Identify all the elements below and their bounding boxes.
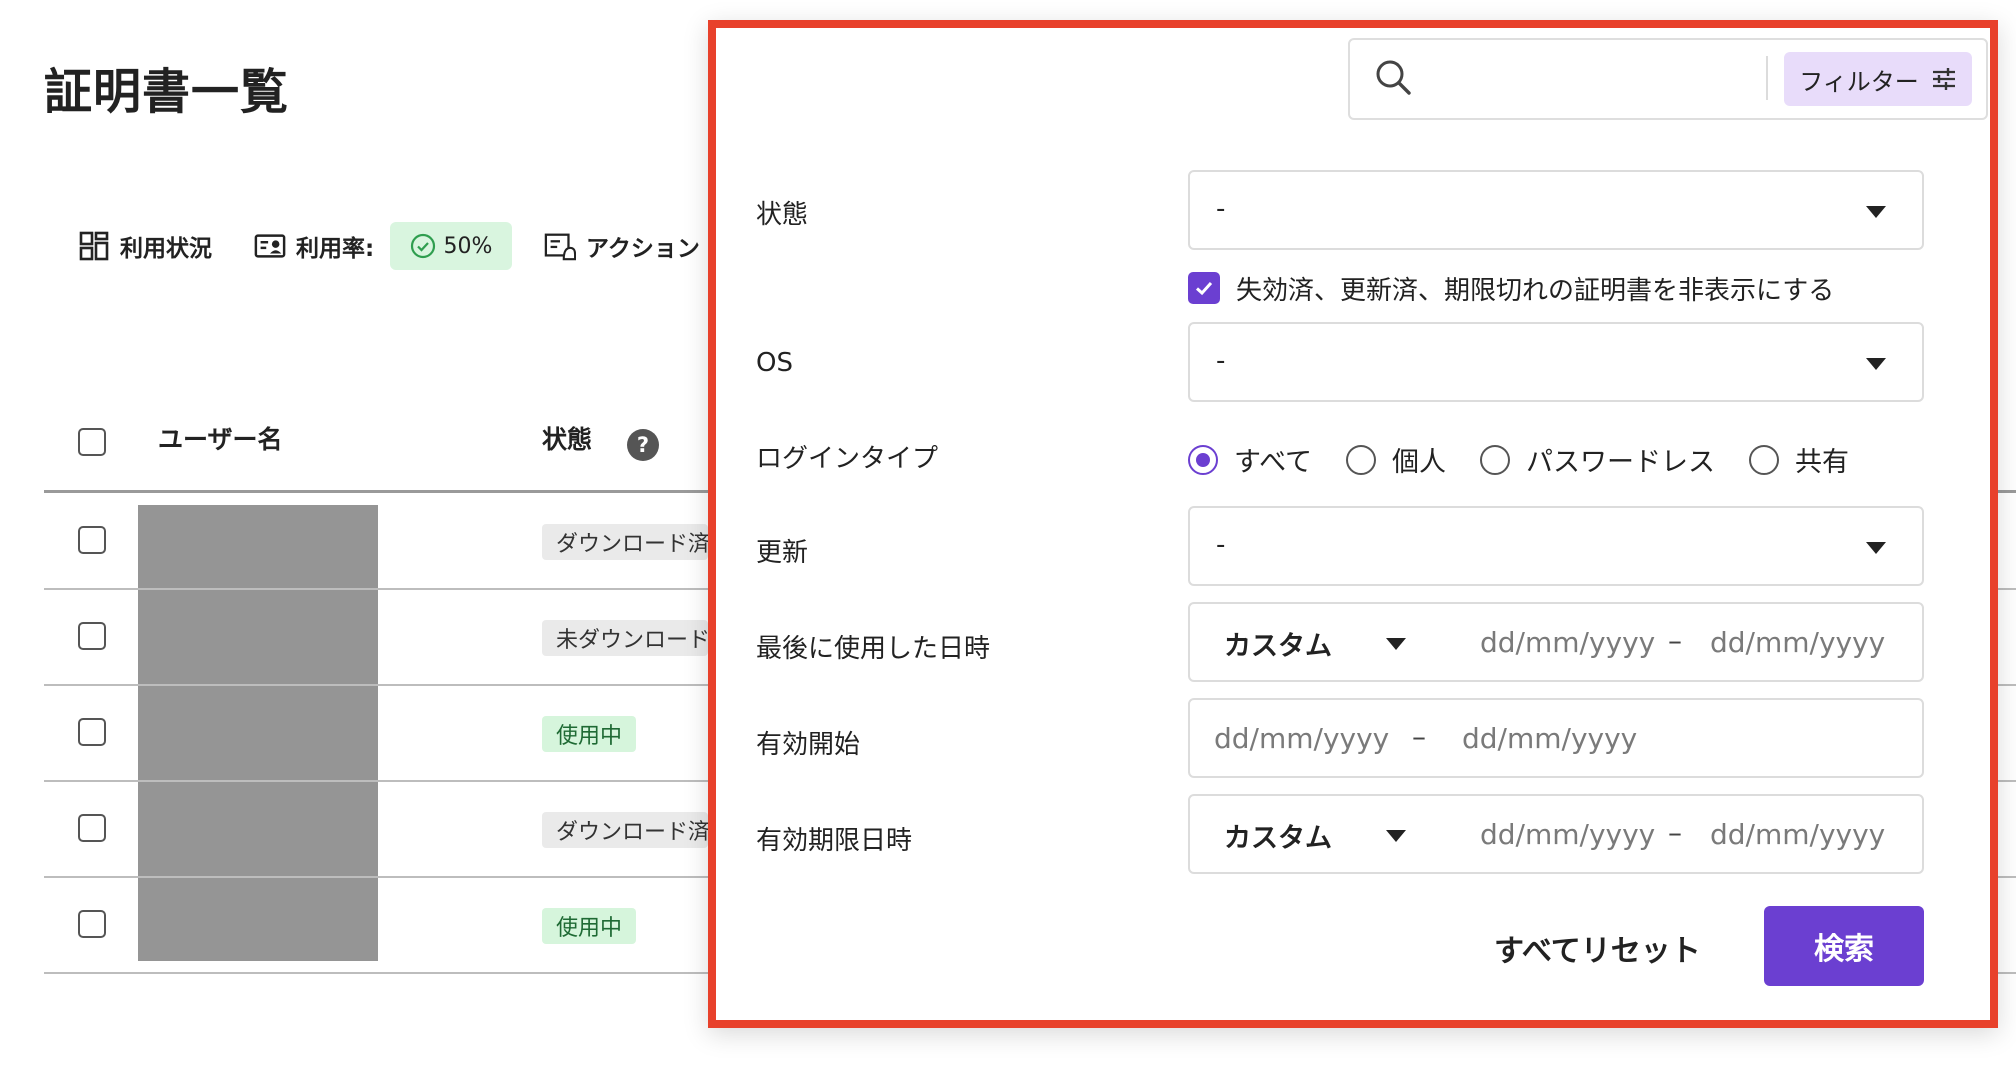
help-icon[interactable]: ?	[626, 428, 660, 466]
redacted-usernames	[138, 505, 378, 961]
row-checkbox[interactable]	[78, 814, 106, 842]
filter-button-label: フィルター	[1799, 67, 1919, 96]
valid-start-to-input[interactable]: dd/mm/yyyy	[1462, 722, 1637, 755]
date-separator: –	[1668, 624, 1682, 657]
renewal-filter-label: 更新	[756, 538, 809, 568]
check-circle-icon	[410, 233, 436, 259]
row-checkbox[interactable]	[78, 526, 106, 554]
last-used-label: 最後に使用した日時	[756, 634, 991, 664]
chevron-down-icon	[1386, 829, 1406, 842]
valid-end-range: カスタム dd/mm/yyyy – dd/mm/yyyy	[1188, 794, 1924, 874]
valid-start-label: 有効開始	[756, 730, 861, 760]
hide-expired-label: 失効済、更新済、期限切れの証明書を非表示にする	[1236, 276, 1835, 306]
radio-label: パスワードレス	[1526, 447, 1716, 478]
radio-button[interactable]	[1480, 444, 1511, 475]
actions-button[interactable]: アクション	[544, 226, 710, 266]
os-filter-label: OS	[756, 348, 793, 378]
grid-icon	[78, 230, 110, 262]
column-header-user[interactable]: ユーザー名	[158, 420, 283, 456]
valid-start-range: dd/mm/yyyy – dd/mm/yyyy	[1188, 698, 1924, 778]
search-input[interactable]	[1420, 50, 1764, 110]
valid-end-to-input[interactable]: dd/mm/yyyy	[1710, 818, 1885, 851]
radio-button[interactable]	[1749, 444, 1780, 475]
os-select[interactable]: -	[1188, 322, 1924, 402]
usage-status-button[interactable]: 利用状況	[78, 226, 212, 266]
search-button[interactable]: 検索	[1764, 906, 1924, 986]
chevron-down-icon	[1866, 206, 1886, 218]
row-checkbox[interactable]	[78, 622, 106, 650]
radio-label: 共有	[1795, 447, 1850, 478]
usage-rate: 利用率:	[254, 226, 374, 266]
last-used-from-input[interactable]: dd/mm/yyyy	[1480, 626, 1655, 659]
chevron-down-icon	[1386, 637, 1406, 650]
login-type-option-shared[interactable]: 共有	[1749, 440, 1849, 479]
status-badge: ダウンロード済	[542, 524, 708, 560]
radio-button[interactable]	[1346, 444, 1377, 475]
renewal-select-value: -	[1216, 530, 1226, 560]
status-badge: 使用中	[542, 908, 637, 944]
checkmark-icon	[1193, 277, 1215, 299]
column-header-state[interactable]: 状態	[542, 420, 592, 456]
state-filter-label: 状態	[756, 200, 809, 230]
last-used-mode-select[interactable]: カスタム	[1224, 624, 1406, 663]
action-list-icon	[544, 230, 576, 262]
last-used-mode-value: カスタム	[1224, 631, 1332, 662]
search-divider	[1766, 56, 1768, 100]
status-badge: 使用中	[542, 716, 637, 752]
usage-rate-label: 利用率:	[296, 236, 375, 262]
chevron-down-icon	[1866, 358, 1886, 370]
actions-label: アクション	[586, 236, 700, 262]
chevron-down-icon	[1866, 542, 1886, 554]
valid-end-mode-select[interactable]: カスタム	[1224, 816, 1406, 855]
login-type-label: ログインタイプ	[756, 444, 939, 474]
svg-text:?: ?	[637, 433, 649, 457]
id-card-icon	[254, 230, 286, 262]
usage-rate-badge: 50%	[390, 222, 512, 270]
page-title: 証明書一覧	[44, 64, 290, 120]
usage-status-label: 利用状況	[120, 236, 212, 262]
last-used-to-input[interactable]: dd/mm/yyyy	[1710, 626, 1885, 659]
login-type-option-passwordless[interactable]: パスワードレス	[1480, 440, 1715, 479]
status-badge: ダウンロード済	[542, 812, 708, 848]
usage-rate-value: 50%	[443, 233, 493, 259]
login-type-option-all[interactable]: すべて	[1188, 440, 1312, 479]
date-separator: –	[1412, 720, 1426, 753]
search-icon	[1374, 58, 1412, 100]
hide-expired-checkbox[interactable]	[1188, 272, 1220, 304]
row-checkbox[interactable]	[78, 910, 106, 938]
select-all-checkbox[interactable]	[78, 428, 106, 456]
sliders-icon	[1931, 67, 1957, 91]
login-type-radio-group: すべて 個人 パスワードレス 共有	[1188, 440, 1849, 479]
valid-end-from-input[interactable]: dd/mm/yyyy	[1480, 818, 1655, 851]
state-select-value: -	[1216, 194, 1226, 224]
radio-button[interactable]	[1188, 444, 1218, 475]
date-separator: –	[1668, 816, 1682, 849]
row-checkbox[interactable]	[78, 718, 106, 746]
reset-all-button[interactable]: すべてリセット	[1494, 926, 1701, 970]
valid-start-from-input[interactable]: dd/mm/yyyy	[1214, 722, 1389, 755]
valid-end-label: 有効期限日時	[756, 826, 913, 856]
renewal-select[interactable]: -	[1188, 506, 1924, 586]
radio-label: すべて	[1234, 447, 1313, 478]
os-select-value: -	[1216, 346, 1226, 376]
login-type-option-personal[interactable]: 個人	[1346, 440, 1446, 479]
state-select[interactable]: -	[1188, 170, 1924, 250]
status-badge: 未ダウンロード	[542, 620, 708, 656]
valid-end-mode-value: カスタム	[1224, 823, 1332, 854]
last-used-range: カスタム dd/mm/yyyy – dd/mm/yyyy	[1188, 602, 1924, 682]
filter-button[interactable]: フィルター	[1784, 52, 1972, 106]
radio-label: 個人	[1392, 447, 1447, 478]
